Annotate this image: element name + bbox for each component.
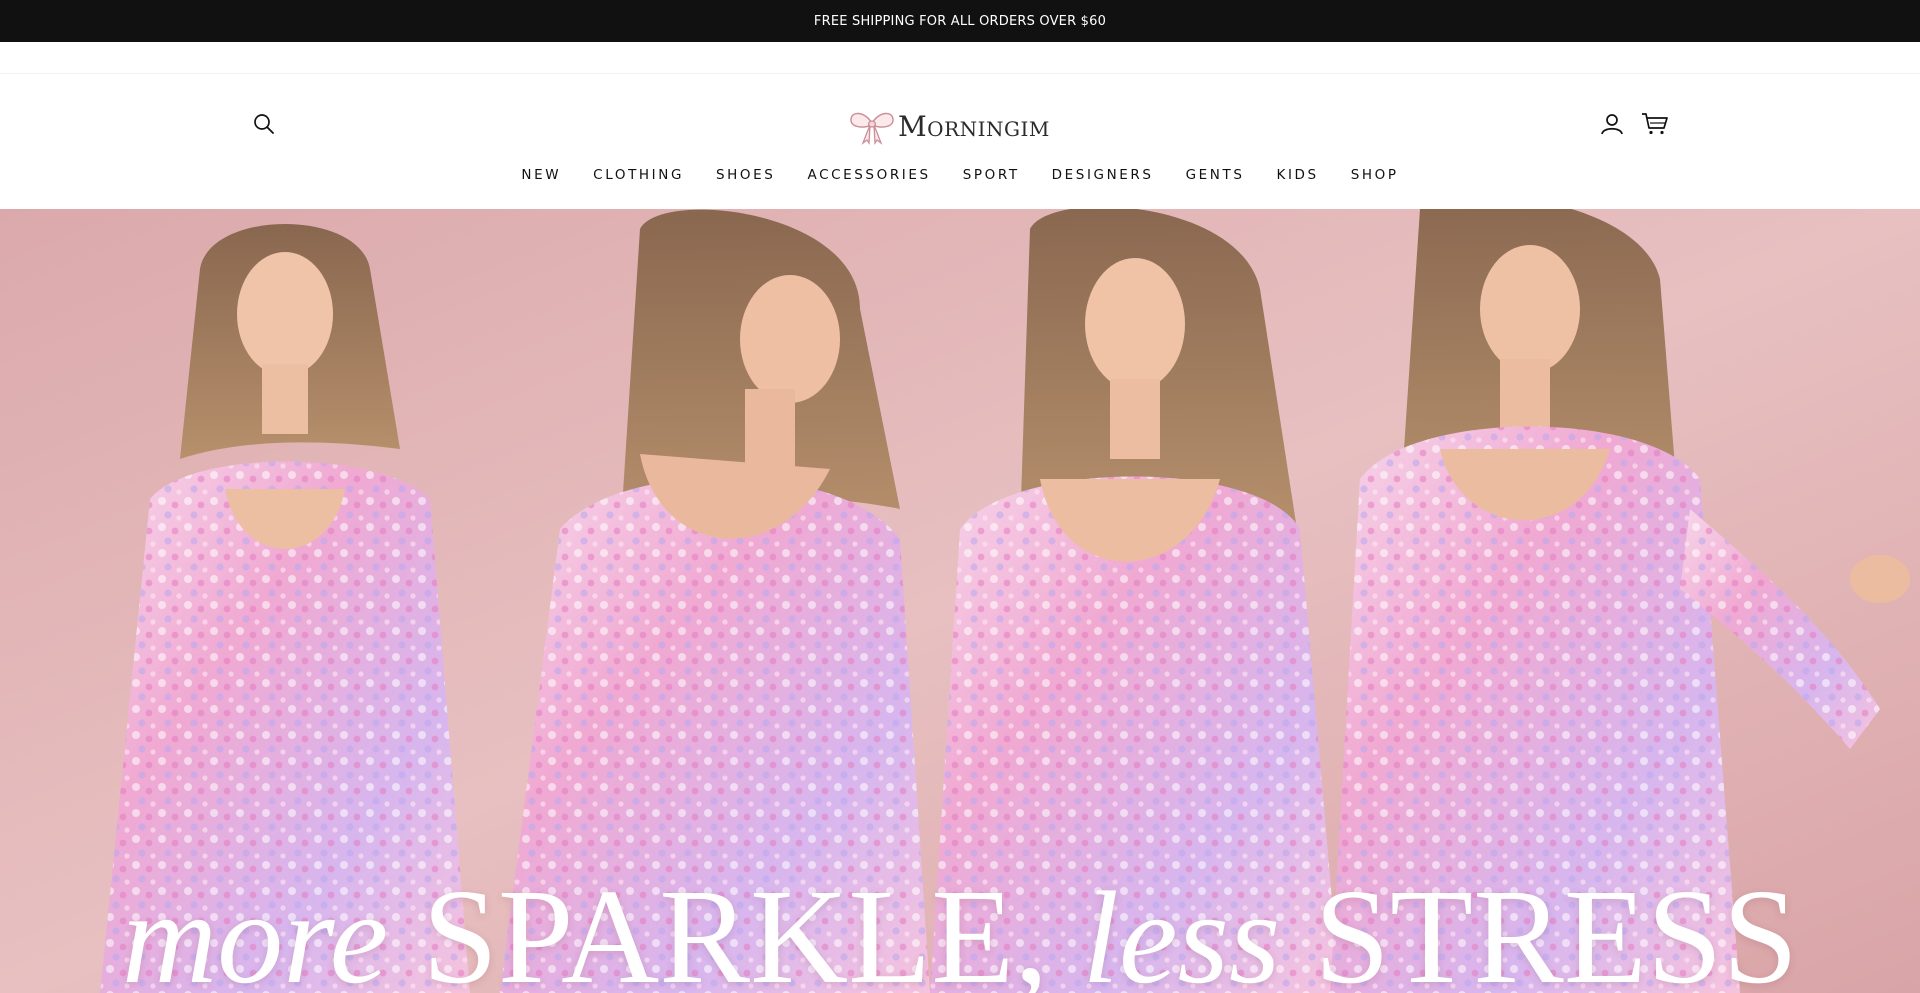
search-icon xyxy=(254,114,274,134)
announcement-bar: FREE SHIPPING FOR ALL ORDERS OVER $60 xyxy=(0,0,1920,42)
hero-headline-less: less xyxy=(1082,864,1281,993)
site-logo[interactable]: Morningim xyxy=(848,104,1078,148)
site-header: Morningim NEW CLOTHING SHOES ACCESSORIES… xyxy=(0,74,1920,209)
nav-item-gents[interactable]: GENTS xyxy=(1170,167,1261,183)
nav-item-clothing[interactable]: CLOTHING xyxy=(577,167,700,183)
user-icon xyxy=(1601,114,1623,135)
utility-strip xyxy=(0,42,1920,74)
account-button[interactable] xyxy=(1597,109,1627,139)
main-nav: NEW CLOTHING SHOES ACCESSORIES SPORT DES… xyxy=(0,160,1920,190)
search-button[interactable] xyxy=(250,110,278,138)
nav-item-new[interactable]: NEW xyxy=(505,167,577,183)
announcement-text: FREE SHIPPING FOR ALL ORDERS OVER $60 xyxy=(813,13,1107,29)
cart-button[interactable] xyxy=(1639,109,1671,139)
nav-item-accessories[interactable]: ACCESSORIES xyxy=(791,167,946,183)
nav-item-shop[interactable]: SHOP xyxy=(1335,167,1415,183)
hero-headline: more SPARKLE, less STRESS xyxy=(0,869,1920,993)
cart-icon xyxy=(1642,113,1668,135)
hero-banner[interactable]: more SPARKLE, less STRESS xyxy=(0,209,1920,993)
nav-item-designers[interactable]: DESIGNERS xyxy=(1036,167,1170,183)
hero-headline-stress: STRESS xyxy=(1314,862,1799,993)
nav-item-shoes[interactable]: SHOES xyxy=(700,167,791,183)
hero-headline-more: more xyxy=(121,864,389,993)
logo-text: Morningim xyxy=(898,109,1050,143)
nav-item-kids[interactable]: KIDS xyxy=(1261,167,1335,183)
bow-icon xyxy=(850,112,894,145)
hero-headline-sparkle: SPARKLE, xyxy=(422,862,1049,993)
nav-item-sport[interactable]: SPORT xyxy=(947,167,1036,183)
